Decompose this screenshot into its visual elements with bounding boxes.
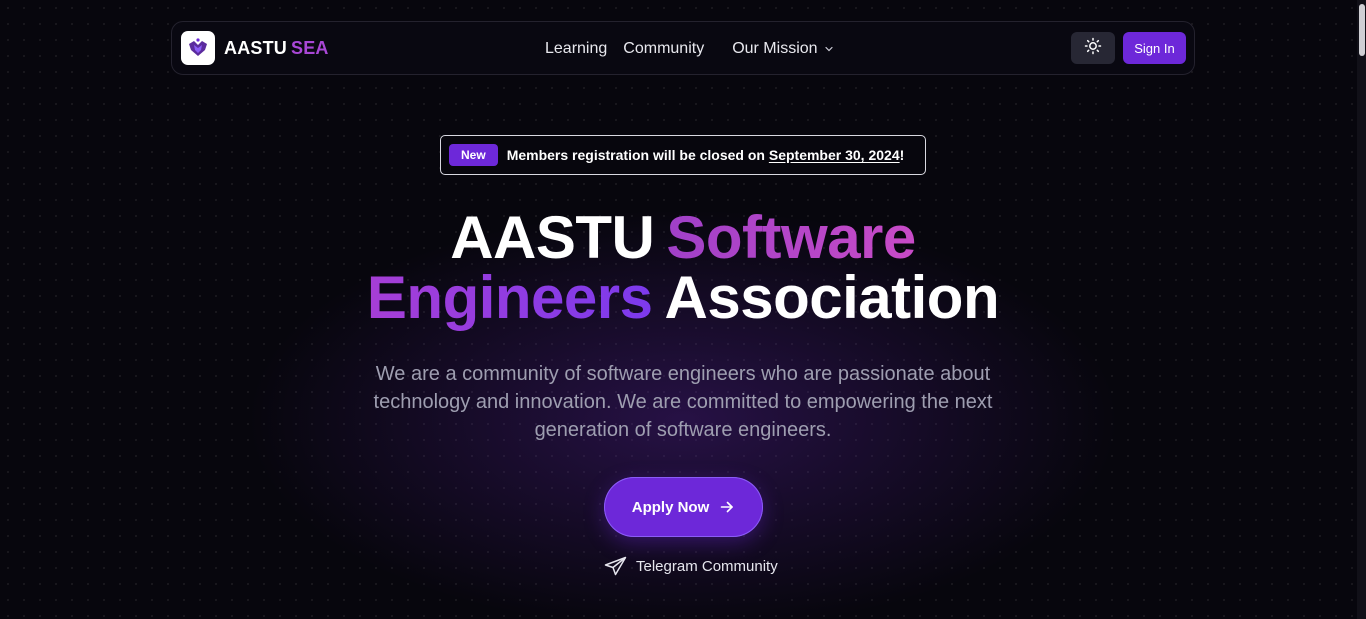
announcement-text: Members registration will be closed on S… bbox=[507, 147, 905, 163]
announcement-banner: New Members registration will be closed … bbox=[440, 135, 926, 175]
brand-name: AASTU SEA bbox=[224, 38, 329, 59]
sun-icon bbox=[1084, 37, 1102, 60]
brand-name-accent: SEA bbox=[291, 37, 329, 58]
hero-title-line-1: AASTU Software bbox=[0, 208, 1366, 268]
apply-now-label: Apply Now bbox=[631, 498, 710, 516]
hero-title-association: Association bbox=[664, 264, 1000, 331]
sign-in-button[interactable]: Sign In bbox=[1123, 32, 1186, 64]
brand-name-main: AASTU bbox=[224, 37, 287, 58]
theme-toggle-button[interactable] bbox=[1071, 32, 1115, 64]
telegram-community-link[interactable]: Telegram Community bbox=[604, 554, 778, 578]
nav-links: Learning Community Our Mission bbox=[545, 22, 834, 76]
hero-title-software: Software bbox=[666, 204, 916, 271]
new-badge: New bbox=[449, 144, 498, 166]
chevron-down-icon bbox=[824, 44, 834, 54]
hero-description: We are a community of software engineers… bbox=[373, 363, 993, 441]
hero-title-line-2: Engineers Association bbox=[0, 268, 1366, 328]
telegram-send-icon bbox=[604, 556, 627, 576]
nav-link-learning[interactable]: Learning bbox=[545, 40, 607, 58]
nav-link-our-mission-label: Our Mission bbox=[732, 40, 818, 57]
arrow-right-icon bbox=[719, 499, 735, 515]
telegram-community-label: Telegram Community bbox=[636, 557, 778, 575]
navbar: AASTUSEA Learning Community Our Mission bbox=[171, 21, 1195, 75]
hero-title-aastu: AASTU bbox=[450, 204, 655, 271]
announcement-message: Members registration will be closed on bbox=[506, 147, 769, 163]
announcement-date: September 30, 2024 bbox=[768, 147, 900, 163]
nav-link-community[interactable]: Community bbox=[623, 40, 704, 58]
announcement-suffix: ! bbox=[899, 147, 905, 163]
brand[interactable]: AASTU SEA bbox=[181, 31, 329, 65]
apply-now-button[interactable]: Apply Now bbox=[604, 477, 763, 537]
hero-title-engineers: Engineers bbox=[366, 264, 653, 331]
nav-link-our-mission[interactable]: Our Mission bbox=[732, 40, 833, 58]
scrollbar-thumb[interactable] bbox=[1359, 4, 1365, 56]
aastu-sea-logo-icon bbox=[181, 31, 215, 65]
